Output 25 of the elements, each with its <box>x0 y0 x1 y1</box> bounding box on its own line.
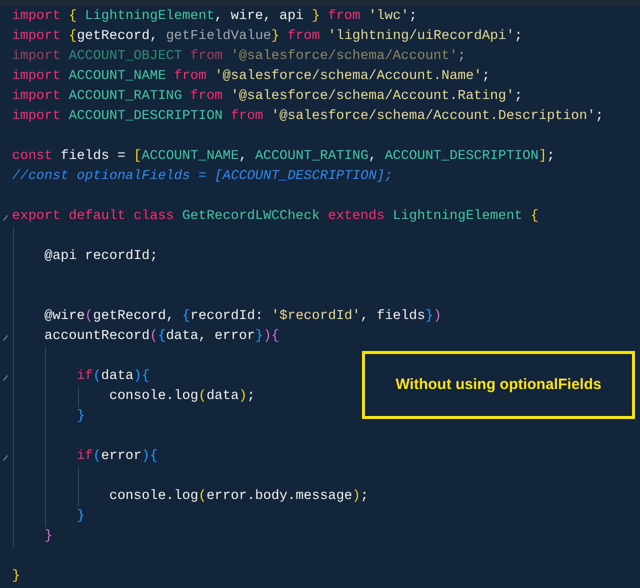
code-line: accountRecord({data, error}){ <box>43 329 280 344</box>
fold-icon[interactable] <box>3 455 8 461</box>
code-line: import ACCOUNT_DESCRIPTION from '@salesforce/schema/Account.Description'; <box>12 109 604 124</box>
code-line: @wire(getRecord, {recordId: '$recordId', fields}) <box>43 309 442 324</box>
annotation-text: Without using optionalFields <box>396 374 602 395</box>
code-line: import ACCOUNT_NAME from '@salesforce/schema/Account.Name'; <box>12 69 490 84</box>
code-line: if(data){ <box>76 369 150 384</box>
code-line: console.log(data); <box>108 389 256 404</box>
code-line: } <box>76 409 85 424</box>
code-line: console.log(error.body.message); <box>108 489 368 504</box>
code-line: } <box>12 569 20 584</box>
fold-icon[interactable] <box>3 375 8 381</box>
code-line: @api recordId; <box>43 249 158 264</box>
code-line: import {getRecord, getFieldValue} from 'lightning/uiRecordApi'; <box>12 29 522 44</box>
fold-icon[interactable] <box>3 335 8 341</box>
code-line: } <box>43 529 53 544</box>
code-line: //const optionalFields = [ACCOUNT_DESCRIPTION]; <box>12 169 393 184</box>
code-line: import ACCOUNT_RATING from '@salesforce/schema/Account.Rating'; <box>12 89 522 104</box>
code-line: } <box>76 509 85 524</box>
fold-icon[interactable] <box>3 215 8 221</box>
code-line: if(error){ <box>76 449 158 464</box>
code-line: export default class GetRecordLWCCheck extends LightningElement { <box>12 209 539 224</box>
code-line: const fields = [ACCOUNT_NAME, ACCOUNT_RATING, ACCOUNT_DESCRIPTION]; <box>12 149 555 164</box>
code-line: import ACCOUNT_OBJECT from '@salesforce/schema/Account'; <box>12 49 466 64</box>
code-line: import { LightningElement, wire, api } from 'lwc'; <box>12 9 418 24</box>
